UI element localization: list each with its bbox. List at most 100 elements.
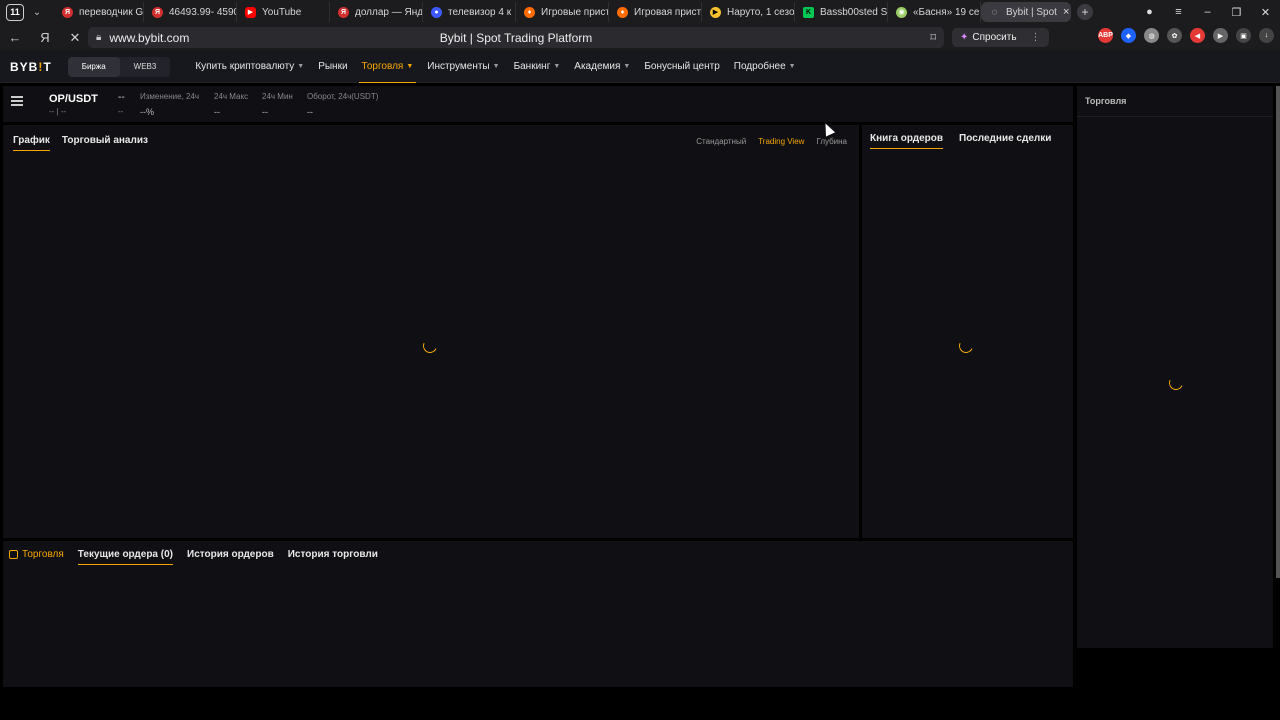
url-field[interactable]: 🔒︎ www.bybit.com Bybit | Spot Trading Pl… bbox=[88, 27, 944, 48]
stat-change-24h: Изменение, 24ч --% bbox=[140, 92, 200, 117]
globe-icon[interactable]: ◍ bbox=[1144, 28, 1159, 43]
menu-more[interactable]: Подробнее ▼ bbox=[727, 51, 803, 83]
more-icon[interactable]: ⋮ bbox=[1031, 32, 1041, 43]
switch-web3[interactable]: WEB3 bbox=[120, 57, 171, 77]
page-scrollbar[interactable] bbox=[1276, 86, 1280, 578]
play-icon: ▶ bbox=[710, 6, 721, 18]
collections-icon[interactable]: ▣ bbox=[1236, 28, 1251, 43]
stat-low-24h: 24ч Мин -- bbox=[262, 92, 293, 117]
orderbook-panel: Книга ордеров Последние сделки bbox=[862, 125, 1073, 538]
trading-pair[interactable]: OP/USDT bbox=[49, 93, 98, 105]
browser-tab[interactable]: ● телевизор 4 к bbox=[423, 2, 516, 22]
orders-tabs: Торговля Текущие ордера (0) История орде… bbox=[9, 549, 378, 565]
ask-button[interactable]: ✦ Спросить ⋮ bbox=[952, 28, 1049, 47]
stop-loading-icon[interactable]: ✕ bbox=[60, 30, 90, 46]
last-price-sub: -- bbox=[118, 107, 124, 116]
browser-tab[interactable]: Ядоллар — Янде bbox=[330, 2, 423, 22]
download-icon[interactable]: ↓ bbox=[1259, 28, 1274, 43]
chevron-down-icon: ▼ bbox=[553, 63, 561, 70]
vpn-icon[interactable]: ◆ bbox=[1121, 28, 1136, 43]
view-tradingview[interactable]: Trading View bbox=[758, 137, 804, 146]
browser-tab[interactable]: ▶ YouTube bbox=[237, 2, 330, 22]
stat-high-24h: 24ч Макс -- bbox=[214, 92, 249, 117]
back-icon[interactable]: ← bbox=[0, 30, 30, 45]
yandex-icon: Я bbox=[62, 6, 73, 18]
orders-panel: Торговля Текущие ордера (0) История орде… bbox=[3, 541, 1073, 687]
site-icon: ◉ bbox=[896, 6, 907, 18]
chevron-down-icon: ▼ bbox=[406, 63, 414, 70]
profile-icon[interactable]: ● bbox=[1135, 6, 1164, 18]
extension-icon[interactable]: ✿ bbox=[1167, 28, 1182, 43]
menu-trading[interactable]: Торговля ▼ bbox=[355, 51, 421, 83]
divider bbox=[1077, 116, 1273, 117]
speaker-icon[interactable]: ◀ bbox=[1190, 28, 1205, 43]
browser-tab-bar: 11 ⌄ Япереводчик G Я 46493.99- 4590 ▶ YouT… bbox=[0, 0, 1280, 24]
menu-buy-crypto[interactable]: Купить криптовалюту ▼ bbox=[188, 51, 311, 83]
browser-tab[interactable]: Япереводчик G bbox=[54, 2, 144, 22]
flame-icon: ♦ bbox=[524, 6, 535, 18]
pair-list-menu-icon[interactable] bbox=[11, 96, 23, 108]
yandex-home-icon[interactable]: Я bbox=[30, 30, 60, 45]
market-icon: ● bbox=[431, 6, 442, 18]
ticker-bar: OP/USDT -- | -- -- -- Изменение, 24ч --% … bbox=[3, 86, 1073, 122]
last-price: -- bbox=[118, 92, 125, 103]
tab-trading-analysis[interactable]: Торговый анализ bbox=[62, 135, 148, 151]
browser-tab[interactable]: ♦ Игровая прист bbox=[609, 2, 702, 22]
adblock-icon[interactable]: ABP bbox=[1098, 28, 1113, 43]
tab-trade-history[interactable]: История торговли bbox=[288, 549, 378, 565]
lock-icon[interactable]: 🔒︎ bbox=[96, 32, 101, 43]
loading-icon: ◌ bbox=[991, 6, 998, 18]
chart-tabs: График Торговый анализ bbox=[13, 135, 148, 151]
chevron-down-icon: ▼ bbox=[623, 63, 631, 70]
tab-recent-trades[interactable]: Последние сделки bbox=[959, 133, 1051, 149]
browser-tab[interactable]: ◉ «Басня» 19 сер bbox=[888, 2, 981, 22]
menu-icon[interactable]: ≡ bbox=[1164, 6, 1193, 18]
tab-chart[interactable]: График bbox=[13, 135, 50, 151]
view-depth[interactable]: Глубина bbox=[816, 137, 847, 146]
tab-order-book[interactable]: Книга ордеров bbox=[870, 133, 944, 149]
tab-count-badge[interactable]: 11 bbox=[6, 3, 24, 21]
restore-icon[interactable]: ❐ bbox=[1222, 6, 1251, 19]
tab-trading[interactable]: Торговля bbox=[9, 549, 64, 565]
browser-tab[interactable]: ♦ Игровые прист bbox=[516, 2, 609, 22]
menu-banking[interactable]: Банкинг ▼ bbox=[507, 51, 568, 83]
orderbook-tabs: Книга ордеров Последние сделки bbox=[870, 133, 1051, 149]
browser-tab[interactable]: Я 46493.99- 4590 bbox=[144, 2, 237, 22]
kick-icon: K bbox=[803, 6, 814, 18]
view-standard[interactable]: Стандартный bbox=[696, 137, 746, 146]
checkbox-icon[interactable] bbox=[9, 550, 18, 559]
tab-order-history[interactable]: История ордеров bbox=[187, 549, 274, 565]
youtube-icon: ▶ bbox=[245, 6, 256, 18]
minimize-icon[interactable]: – bbox=[1193, 6, 1222, 18]
stat-turnover-24h: Оборот, 24ч(USDT) -- bbox=[307, 92, 379, 117]
browser-tab[interactable]: K Bassb00sted St bbox=[795, 2, 888, 22]
browser-tab-active[interactable]: ◌ Bybit | Spot × bbox=[981, 2, 1071, 22]
menu-tools[interactable]: Инструменты ▼ bbox=[420, 51, 506, 83]
chevron-down-icon[interactable]: ⌄ bbox=[28, 7, 46, 18]
new-tab-button[interactable]: + bbox=[1077, 4, 1093, 20]
browser-tab[interactable]: ▶ Наруто, 1 сезо bbox=[702, 2, 795, 22]
menu-academy[interactable]: Академия ▼ bbox=[567, 51, 637, 83]
menu-bonus-center[interactable]: Бонусный центр bbox=[637, 51, 726, 83]
main-menu: Купить криптовалюту ▼ Рынки Торговля ▼ Инс… bbox=[188, 51, 802, 83]
bybit-logo[interactable]: BYB!T bbox=[10, 60, 52, 74]
loading-spinner-icon bbox=[421, 337, 439, 355]
chevron-down-icon: ▼ bbox=[297, 63, 305, 70]
site-header: BYB!T Биржа WEB3 Купить криптовалюту ▼ Ры… bbox=[0, 51, 1280, 83]
trade-panel-title: Торговля bbox=[1085, 96, 1127, 106]
page-title: Bybit | Spot Trading Platform bbox=[439, 30, 593, 45]
extension-bar: ABP ◆ ◍ ✿ ◀ ▶ ▣ ↓ bbox=[1098, 28, 1274, 43]
pair-sub: -- | -- bbox=[49, 107, 67, 116]
media-icon[interactable]: ▶ bbox=[1213, 28, 1228, 43]
url-text: www.bybit.com bbox=[109, 30, 190, 45]
window-controls: ● ≡ – ❐ ✕ bbox=[1135, 0, 1280, 24]
chevron-down-icon: ▼ bbox=[492, 63, 500, 70]
bookmark-icon[interactable]: ⌑ bbox=[930, 31, 936, 44]
close-window-icon[interactable]: ✕ bbox=[1251, 6, 1280, 19]
close-icon[interactable]: × bbox=[1063, 6, 1069, 18]
sparkle-icon: ✦ bbox=[960, 32, 969, 43]
menu-markets[interactable]: Рынки bbox=[311, 51, 354, 83]
switch-exchange[interactable]: Биржа bbox=[67, 56, 120, 77]
flame-icon: ♦ bbox=[617, 6, 628, 18]
tab-open-orders[interactable]: Текущие ордера (0) bbox=[77, 549, 174, 565]
